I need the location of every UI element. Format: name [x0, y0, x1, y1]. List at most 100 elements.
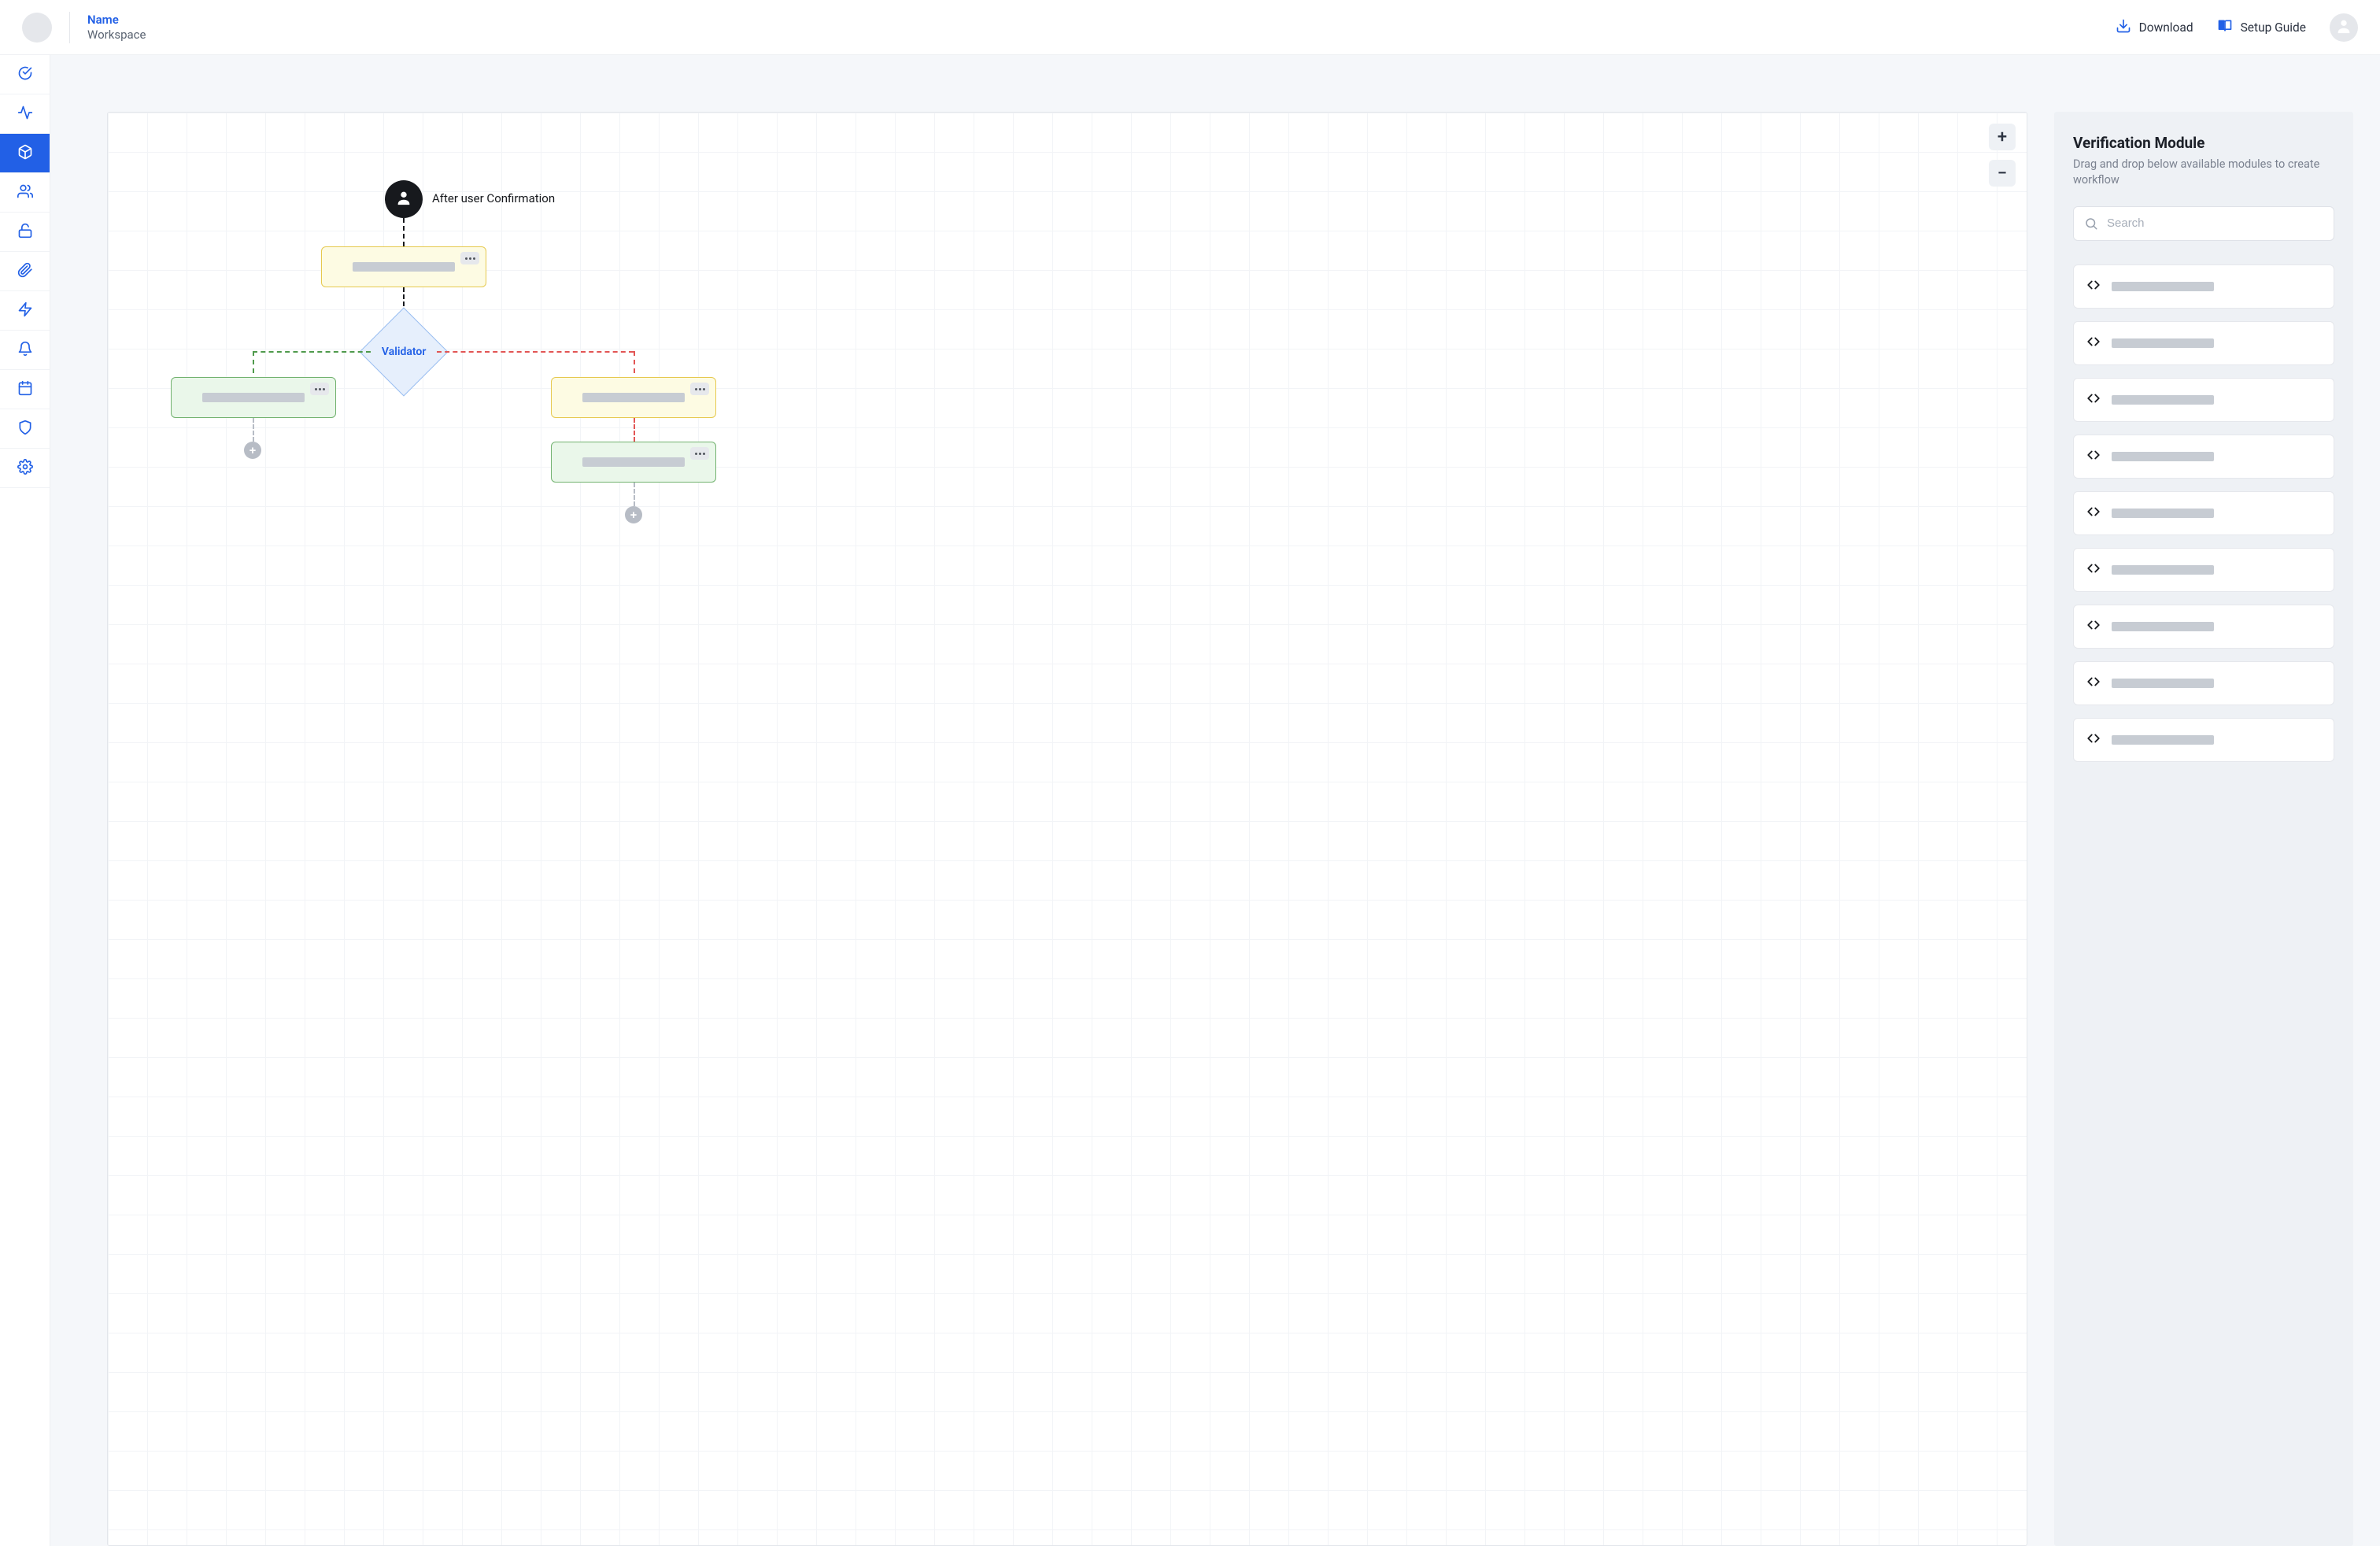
code-icon: [2086, 335, 2101, 352]
task-node-success[interactable]: [171, 377, 336, 418]
module-item[interactable]: [2073, 605, 2334, 649]
module-placeholder: [2112, 509, 2214, 518]
calendar-icon: [17, 380, 33, 399]
task-placeholder: [353, 262, 455, 272]
connector-green: [253, 351, 371, 353]
module-item[interactable]: [2073, 264, 2334, 309]
setup-guide-label: Setup Guide: [2241, 20, 2306, 35]
task-node-complete[interactable]: [551, 442, 716, 483]
code-icon: [2086, 391, 2101, 409]
module-placeholder: [2112, 565, 2214, 575]
module-item[interactable]: [2073, 321, 2334, 365]
connector-red: [437, 351, 634, 353]
app-header: Name Workspace Download Setup Guide: [0, 0, 2380, 55]
sidebar-item-workflow[interactable]: [0, 134, 50, 173]
paperclip-icon: [17, 262, 33, 281]
users-icon: [17, 183, 33, 202]
bolt-icon: [17, 301, 33, 320]
shield-icon: [17, 420, 33, 438]
task-menu-button[interactable]: [690, 447, 709, 460]
modules-panel: Verification Module Drag and drop below …: [2054, 112, 2353, 1546]
connector: [253, 418, 254, 442]
modules-title: Verification Module: [2073, 134, 2334, 152]
workflow-canvas[interactable]: + − After user Confirmation: [107, 112, 2027, 1546]
user-avatar-button[interactable]: [2330, 13, 2358, 42]
module-item[interactable]: [2073, 548, 2334, 592]
bell-icon: [17, 341, 33, 360]
event-node-label: After user Confirmation: [432, 191, 555, 205]
header-right: Download Setup Guide: [2116, 13, 2358, 42]
event-node-start[interactable]: [385, 180, 423, 218]
module-search: [2073, 206, 2334, 241]
task-menu-button[interactable]: [690, 383, 709, 395]
breadcrumb-workspace[interactable]: Workspace: [87, 28, 146, 43]
unlock-icon: [17, 223, 33, 242]
validator-node[interactable]: Validator: [359, 307, 448, 396]
user-icon: [2335, 17, 2352, 38]
module-placeholder: [2112, 679, 2214, 688]
header-names: Name Workspace: [87, 13, 146, 43]
module-item[interactable]: [2073, 378, 2334, 422]
connector: [634, 483, 635, 506]
zoom-in-button[interactable]: +: [1989, 124, 2016, 150]
sidebar-item-activity[interactable]: [0, 94, 50, 134]
module-item[interactable]: [2073, 718, 2334, 762]
module-item[interactable]: [2073, 491, 2334, 535]
download-icon: [2116, 18, 2131, 37]
add-step-button[interactable]: +: [625, 506, 642, 523]
download-label: Download: [2139, 20, 2193, 35]
module-placeholder: [2112, 395, 2214, 405]
activity-icon: [17, 105, 33, 124]
sidebar-item-security[interactable]: [0, 213, 50, 252]
modules-subtitle: Drag and drop below available modules to…: [2073, 157, 2334, 189]
module-search-input[interactable]: [2073, 206, 2334, 241]
task-menu-button[interactable]: [310, 383, 329, 395]
header-divider: [69, 12, 70, 43]
code-icon: [2086, 675, 2101, 692]
module-item[interactable]: [2073, 661, 2334, 705]
task-menu-button[interactable]: [460, 252, 479, 264]
flow-layer: After user Confirmation Validator: [108, 113, 2027, 1545]
check-circle-icon: [17, 65, 33, 84]
code-icon: [2086, 618, 2101, 635]
code-icon: [2086, 561, 2101, 579]
sidebar: [0, 55, 50, 1546]
zoom-out-button[interactable]: −: [1989, 160, 2016, 187]
sidebar-item-settings[interactable]: [0, 449, 50, 488]
sidebar-item-privacy[interactable]: [0, 409, 50, 449]
modules-list: [2073, 264, 2334, 762]
book-icon: [2217, 18, 2233, 37]
cube-icon: [17, 144, 33, 163]
sidebar-item-notifications[interactable]: [0, 331, 50, 370]
sidebar-item-calendar[interactable]: [0, 370, 50, 409]
code-icon: [2086, 505, 2101, 522]
workspace-avatar[interactable]: [22, 13, 52, 43]
setup-guide-button[interactable]: Setup Guide: [2217, 18, 2306, 37]
module-placeholder: [2112, 452, 2214, 461]
task-node-1[interactable]: [321, 246, 486, 287]
connector-red: [634, 418, 635, 442]
module-placeholder: [2112, 735, 2214, 745]
sidebar-item-overview[interactable]: [0, 55, 50, 94]
download-button[interactable]: Download: [2116, 18, 2193, 37]
header-left: Name Workspace: [22, 12, 146, 43]
task-placeholder: [582, 393, 685, 402]
connector: [403, 218, 405, 246]
task-placeholder: [582, 457, 685, 467]
code-icon: [2086, 448, 2101, 465]
code-icon: [2086, 278, 2101, 295]
module-placeholder: [2112, 338, 2214, 348]
zoom-controls: + −: [1989, 124, 2016, 187]
sidebar-item-automation[interactable]: [0, 291, 50, 331]
sidebar-item-attachments[interactable]: [0, 252, 50, 291]
task-node-retry[interactable]: [551, 377, 716, 418]
add-step-button[interactable]: +: [244, 442, 261, 459]
breadcrumb-name[interactable]: Name: [87, 13, 146, 28]
module-placeholder: [2112, 282, 2214, 291]
task-placeholder: [202, 393, 305, 402]
module-placeholder: [2112, 622, 2214, 631]
validator-label: Validator: [382, 346, 426, 358]
sidebar-item-users[interactable]: [0, 173, 50, 213]
user-icon: [395, 189, 412, 209]
module-item[interactable]: [2073, 435, 2334, 479]
